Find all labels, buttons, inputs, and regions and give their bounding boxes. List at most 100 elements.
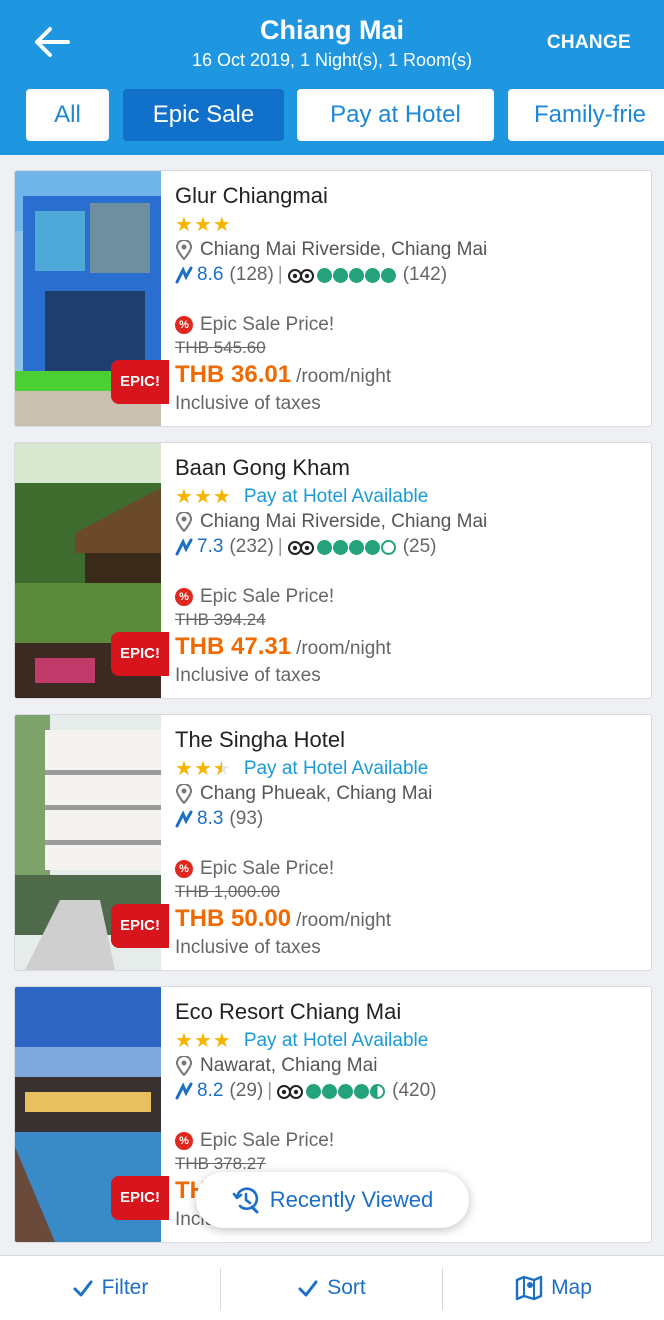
recently-viewed-label: Recently Viewed <box>269 1187 434 1212</box>
star-icon: ★ <box>175 214 193 236</box>
tripadvisor-dot <box>316 267 332 283</box>
hotel-name: Glur Chiangmai <box>175 183 328 208</box>
hotel-info: The Singha Hotel ★ ★ ★ Pay at Hotel Availa… <box>175 715 651 970</box>
original-price: THB 394.24 <box>175 610 266 629</box>
map-button[interactable]: Map <box>443 1256 664 1320</box>
change-button[interactable]: CHANGE <box>547 32 631 54</box>
tripadvisor-dot <box>332 267 348 283</box>
location: Chang Phueak, Chiang Mai <box>175 782 432 806</box>
rating-count: (232) <box>229 536 274 557</box>
star-icon: ★ <box>193 486 212 508</box>
star-icon: ★ <box>193 758 212 780</box>
sort-button[interactable]: Sort <box>221 1256 442 1320</box>
tripadvisor-dot <box>338 1083 354 1099</box>
star-rating: ★ ★ ★ Pay at Hotel Available <box>175 485 428 509</box>
price-row: THB 36.01 /room/night <box>175 361 391 393</box>
tripadvisor-count: (142) <box>402 264 448 285</box>
stay-dates: 16 Oct 2019, 1 Night(s), 1 Room(s) <box>191 50 473 70</box>
tax-note: Inclusive of taxes <box>175 393 321 414</box>
percent-icon: % <box>175 860 193 878</box>
sale-price: THB 47.31 <box>175 633 292 660</box>
hotel-info: Baan Gong Kham ★ ★ ★ Pay at Hotel Availabl… <box>175 443 651 698</box>
rating-score: 7.3 <box>197 536 224 557</box>
tripadvisor-dot <box>322 1083 338 1099</box>
rating-score: 8.3 <box>197 808 224 829</box>
app-header: Chiang Mai 16 Oct 2019, 1 Night(s), 1 Ro… <box>0 0 664 155</box>
tripadvisor-rating <box>316 267 397 283</box>
tripadvisor-dot <box>380 539 396 555</box>
tripadvisor-count: (420) <box>392 1080 437 1101</box>
star-icon: ★ <box>212 1030 231 1052</box>
pay-at-hotel-label: Pay at Hotel Available <box>243 486 429 507</box>
review-rating: 8.3 (93) <box>175 807 263 831</box>
price-unit: /room/night <box>296 366 392 387</box>
star-icon: ★ <box>212 486 231 508</box>
bottom-action-bar: Filter Sort Map <box>0 1255 664 1320</box>
star-rating: ★ ★ ★ Pay at Hotel Available <box>175 1029 428 1053</box>
star-rating: ★ ★ ★ <box>175 213 244 237</box>
recently-viewed-button[interactable]: Recently Viewed <box>196 1172 469 1228</box>
pin-icon <box>175 240 193 260</box>
epic-sale-label: % Epic Sale Price! <box>175 857 334 881</box>
hotel-name: Baan Gong Kham <box>175 455 350 480</box>
divider: | <box>267 1080 273 1101</box>
epic-sale-text: Epic Sale Price! <box>200 858 335 879</box>
epic-badge: EPIC! <box>111 632 169 676</box>
location: Chiang Mai Riverside, Chiang Mai <box>175 510 487 534</box>
divider: | <box>277 536 283 557</box>
star-icon: ★ <box>175 1030 193 1052</box>
tripadvisor-dot <box>306 1083 322 1099</box>
check-icon <box>298 1280 318 1297</box>
price-unit: /room/night <box>296 910 392 931</box>
map-icon <box>515 1275 543 1301</box>
price-row: THB 50.00 /room/night <box>175 905 391 937</box>
epic-sale-text: Epic Sale Price! <box>200 1130 335 1151</box>
back-button[interactable] <box>30 20 74 64</box>
hotel-name: Eco Resort Chiang Mai <box>175 999 402 1024</box>
chip-epic-sale[interactable]: Epic Sale <box>123 89 284 141</box>
location: Nawarat, Chiang Mai <box>175 1054 377 1078</box>
divider: | <box>277 264 283 285</box>
tripadvisor-dot <box>348 267 364 283</box>
chip-pay-at-hotel[interactable]: Pay at Hotel <box>297 89 494 141</box>
star-icon: ★ <box>212 214 231 236</box>
epic-sale-label: % Epic Sale Price! <box>175 585 334 609</box>
tripadvisor-dot <box>316 539 332 555</box>
agoda-icon <box>175 266 193 284</box>
filter-button[interactable]: Filter <box>0 1256 220 1320</box>
tripadvisor-dot <box>332 539 348 555</box>
star-rating: ★ ★ ★ Pay at Hotel Available <box>175 757 428 781</box>
star-icon: ★ <box>175 486 193 508</box>
tripadvisor-dot <box>370 1083 386 1099</box>
tripadvisor-owl-icon <box>287 269 314 283</box>
chip-family-friendly[interactable]: Family-frie <box>508 89 664 141</box>
search-summary[interactable]: Chiang Mai 16 Oct 2019, 1 Night(s), 1 Ro… <box>120 14 544 72</box>
agoda-icon <box>175 810 193 828</box>
history-search-icon <box>232 1187 259 1214</box>
hotel-card[interactable]: EPIC! Glur Chiangmai ★ ★ ★ Chiang Mai Rive… <box>14 170 652 427</box>
half-star-icon: ★ <box>212 758 231 780</box>
percent-icon: % <box>175 588 193 606</box>
agoda-icon <box>175 538 193 556</box>
percent-icon: % <box>175 1132 193 1150</box>
pin-icon <box>175 1056 193 1076</box>
tripadvisor-owl-icon <box>277 1085 304 1099</box>
sale-price: THB 36.01 <box>175 361 292 388</box>
arrow-left-icon <box>35 27 70 57</box>
pin-icon <box>175 784 193 804</box>
hotel-info: Glur Chiangmai ★ ★ ★ Chiang Mai Riverside,… <box>175 171 651 426</box>
chip-all[interactable]: All <box>26 89 109 141</box>
sale-price: THB 50.00 <box>175 905 292 932</box>
rating-count: (128) <box>229 264 274 285</box>
location: Chiang Mai Riverside, Chiang Mai <box>175 238 487 262</box>
pay-at-hotel-label: Pay at Hotel Available <box>243 758 429 779</box>
review-rating: 8.6 (128) | (142) <box>175 263 447 287</box>
city-title: Chiang Mai <box>259 15 404 45</box>
price-row: THB 47.31 /room/night <box>175 633 391 665</box>
hotel-card[interactable]: EPIC! The Singha Hotel ★ ★ ★ Pay at Hotel … <box>14 714 652 971</box>
price-unit: /room/night <box>296 638 392 659</box>
location-text: Nawarat, Chiang Mai <box>200 1055 378 1076</box>
epic-sale-label: % Epic Sale Price! <box>175 1129 334 1153</box>
hotel-card[interactable]: EPIC! Baan Gong Kham ★ ★ ★ Pay at Hotel Av… <box>14 442 652 699</box>
location-text: Chiang Mai Riverside, Chiang Mai <box>200 239 488 260</box>
